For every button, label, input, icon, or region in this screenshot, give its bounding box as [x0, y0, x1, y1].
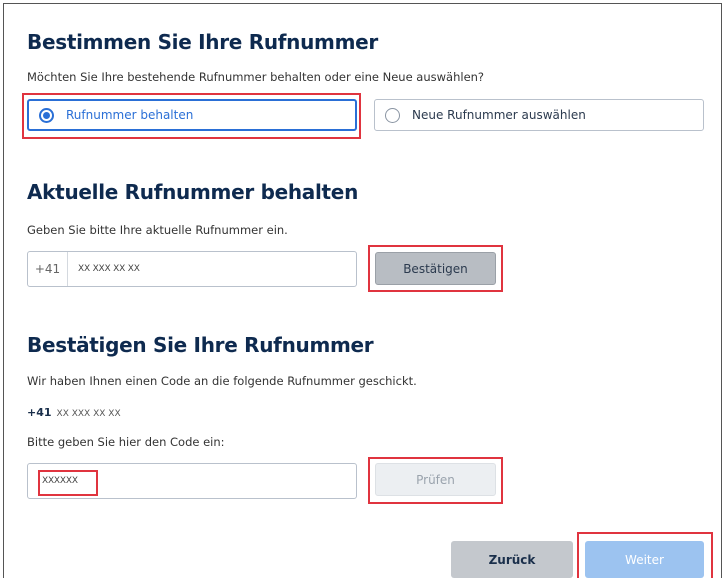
highlight-keep-number [22, 93, 361, 139]
back-button[interactable]: Zurück [451, 541, 573, 578]
highlight-check-button [368, 457, 503, 504]
highlight-confirm-button [368, 245, 503, 292]
highlight-next-button [577, 532, 713, 578]
sent-number-line: +41 XX XXX XX XX [27, 406, 121, 419]
option-new-number-label: Neue Rufnummer auswählen [412, 108, 586, 122]
sent-number-value: XX XXX XX XX [56, 409, 121, 419]
phone-number-field[interactable]: +41 XX XXX XX XX [27, 251, 357, 287]
section-title-choose-number: Bestimmen Sie Ihre Rufnummer [27, 30, 378, 54]
code-sent-info: Wir haben Ihnen einen Code an die folgen… [27, 374, 417, 388]
phone-number-input[interactable]: XX XXX XX XX [68, 264, 140, 274]
choose-number-question: Möchten Sie Ihre bestehende Rufnummer be… [27, 70, 485, 84]
option-new-number[interactable]: Neue Rufnummer auswählen [374, 99, 704, 131]
section-title-keep-number: Aktuelle Rufnummer behalten [27, 180, 359, 204]
radio-unselected-icon [385, 107, 400, 123]
keep-number-instruction: Geben Sie bitte Ihre aktuelle Rufnummer … [27, 223, 288, 237]
sent-number-prefix: +41 [27, 406, 52, 419]
country-prefix: +41 [28, 252, 68, 286]
section-title-confirm-number: Bestätigen Sie Ihre Rufnummer [27, 333, 374, 357]
highlight-code-input [38, 470, 98, 496]
code-prompt: Bitte geben Sie hier den Code ein: [27, 435, 225, 449]
